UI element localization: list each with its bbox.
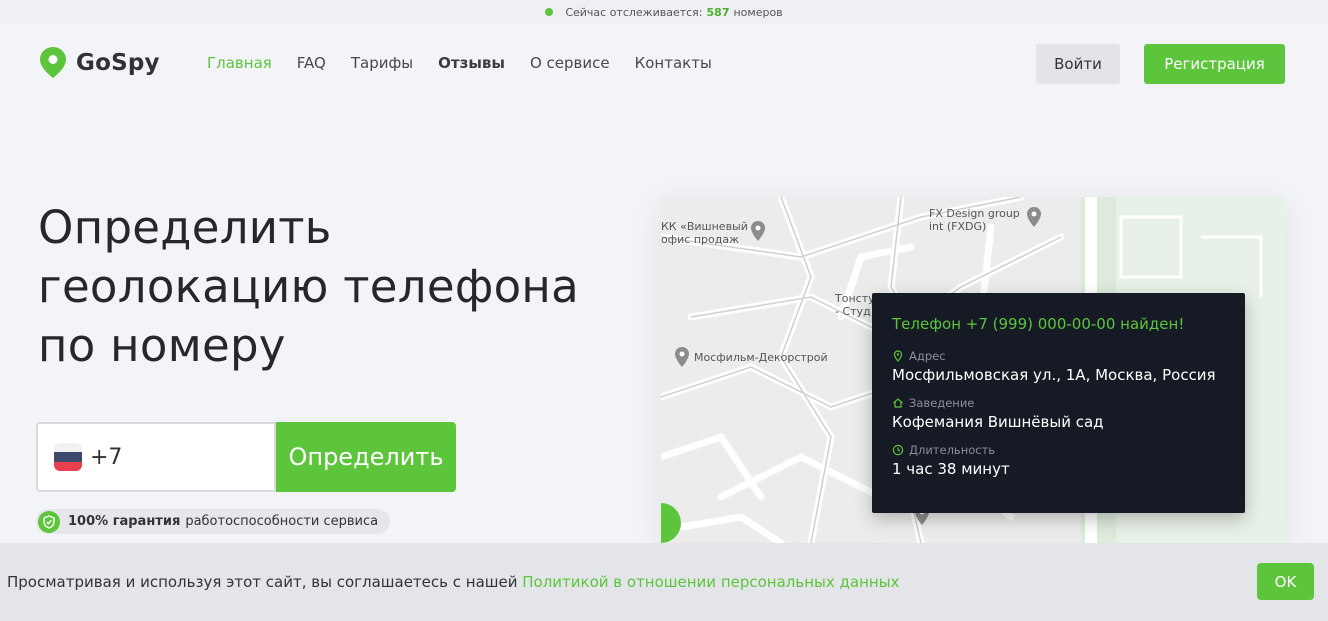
venue-block: Заведение Кофемания Вишнёвый сад xyxy=(892,396,1225,431)
login-button[interactable]: Войти xyxy=(1036,44,1120,84)
cookie-banner: Просматривая и используя этот сайт, вы с… xyxy=(0,543,1328,621)
map-marker-icon[interactable] xyxy=(751,221,765,241)
duration-block: Длительность 1 час 38 минут xyxy=(892,443,1225,478)
map-label-mosfilm: Мосфильм-Декорстрой xyxy=(694,351,828,364)
map-label-vishnevy: КК «Вишневый офис продаж xyxy=(661,220,748,246)
tracking-count: 587 xyxy=(706,5,730,19)
hero-title: Определить геолокацию телефона по номеру xyxy=(38,198,638,375)
home-icon xyxy=(892,397,904,409)
address-block: Адрес Мосфильмовская ул., 1А, Москва, Ро… xyxy=(892,349,1225,384)
logo-text: GoSpy xyxy=(76,49,160,76)
guarantee-text: работоспособности сервиса xyxy=(185,514,379,529)
cookie-text: Просматривая и используя этот сайт, вы с… xyxy=(7,573,518,591)
tracking-suffix: номеров xyxy=(733,5,783,19)
nav-reviews[interactable]: Отзывы xyxy=(438,54,505,72)
result-title: Телефон +7 (999) 000-00-00 найден! xyxy=(892,315,1185,333)
tracking-bar: Сейчас отслеживается: 587 номеров xyxy=(0,0,1328,24)
nav-faq[interactable]: FAQ xyxy=(297,54,326,72)
register-button[interactable]: Регистрация xyxy=(1144,44,1285,84)
duration-label: Длительность xyxy=(909,443,996,457)
status-dot-icon xyxy=(545,8,554,16)
address-value: Мосфильмовская ул., 1А, Москва, Россия xyxy=(892,366,1216,384)
clock-icon xyxy=(892,444,904,456)
map-label-fx: FX Design group int (FXDG) xyxy=(929,207,1020,233)
hero-title-line1: Определить xyxy=(38,201,332,254)
map-marker-icon[interactable] xyxy=(675,347,689,367)
hero-title-line2: геолокацию телефона xyxy=(38,260,580,313)
shield-check-icon xyxy=(38,510,60,533)
tracking-prefix: Сейчас отслеживается: xyxy=(565,5,703,19)
hero-title-line3: по номеру xyxy=(38,319,286,372)
phone-form: Определить xyxy=(36,422,456,492)
location-pin-icon xyxy=(40,47,66,78)
guarantee-badge: 100% гарантия работоспособности сервиса xyxy=(36,509,391,534)
address-label-row: Адрес xyxy=(892,349,1225,363)
nav-about[interactable]: О сервисе xyxy=(530,54,610,72)
phone-input-wrapper xyxy=(36,422,276,492)
venue-value: Кофемания Вишнёвый сад xyxy=(892,413,1104,431)
guarantee-bold: 100% гарантия xyxy=(68,514,181,529)
nav-home[interactable]: Главная xyxy=(207,54,272,72)
map-marker-icon[interactable] xyxy=(1027,207,1041,227)
privacy-policy-link[interactable]: Политикой в отношении персональных данны… xyxy=(522,573,899,591)
duration-value: 1 час 38 минут xyxy=(892,460,1010,478)
site-header: GoSpy Главная FAQ Тарифы Отзывы О сервис… xyxy=(0,24,1328,104)
cookie-ok-button[interactable]: OK xyxy=(1257,563,1314,600)
duration-label-row: Длительность xyxy=(892,443,1225,457)
nav-pricing[interactable]: Тарифы xyxy=(351,54,413,72)
main-nav: Главная FAQ Тарифы Отзывы О сервисе Конт… xyxy=(207,54,737,72)
nav-contacts[interactable]: Контакты xyxy=(635,54,712,72)
map-label-tonstu: Тонсту - Студ xyxy=(835,292,875,318)
venue-label-row: Заведение xyxy=(892,396,1225,410)
detect-button[interactable]: Определить xyxy=(276,422,456,492)
phone-input[interactable] xyxy=(90,444,240,470)
cookie-text-wrap: Просматривая и используя этот сайт, вы с… xyxy=(7,573,899,591)
venue-label: Заведение xyxy=(909,396,975,410)
russia-flag-icon[interactable] xyxy=(54,443,82,471)
logo[interactable]: GoSpy xyxy=(40,47,160,78)
location-result-card: Телефон +7 (999) 000-00-00 найден! Адрес… xyxy=(872,293,1245,513)
address-label: Адрес xyxy=(909,349,946,363)
pin-icon xyxy=(892,350,904,362)
